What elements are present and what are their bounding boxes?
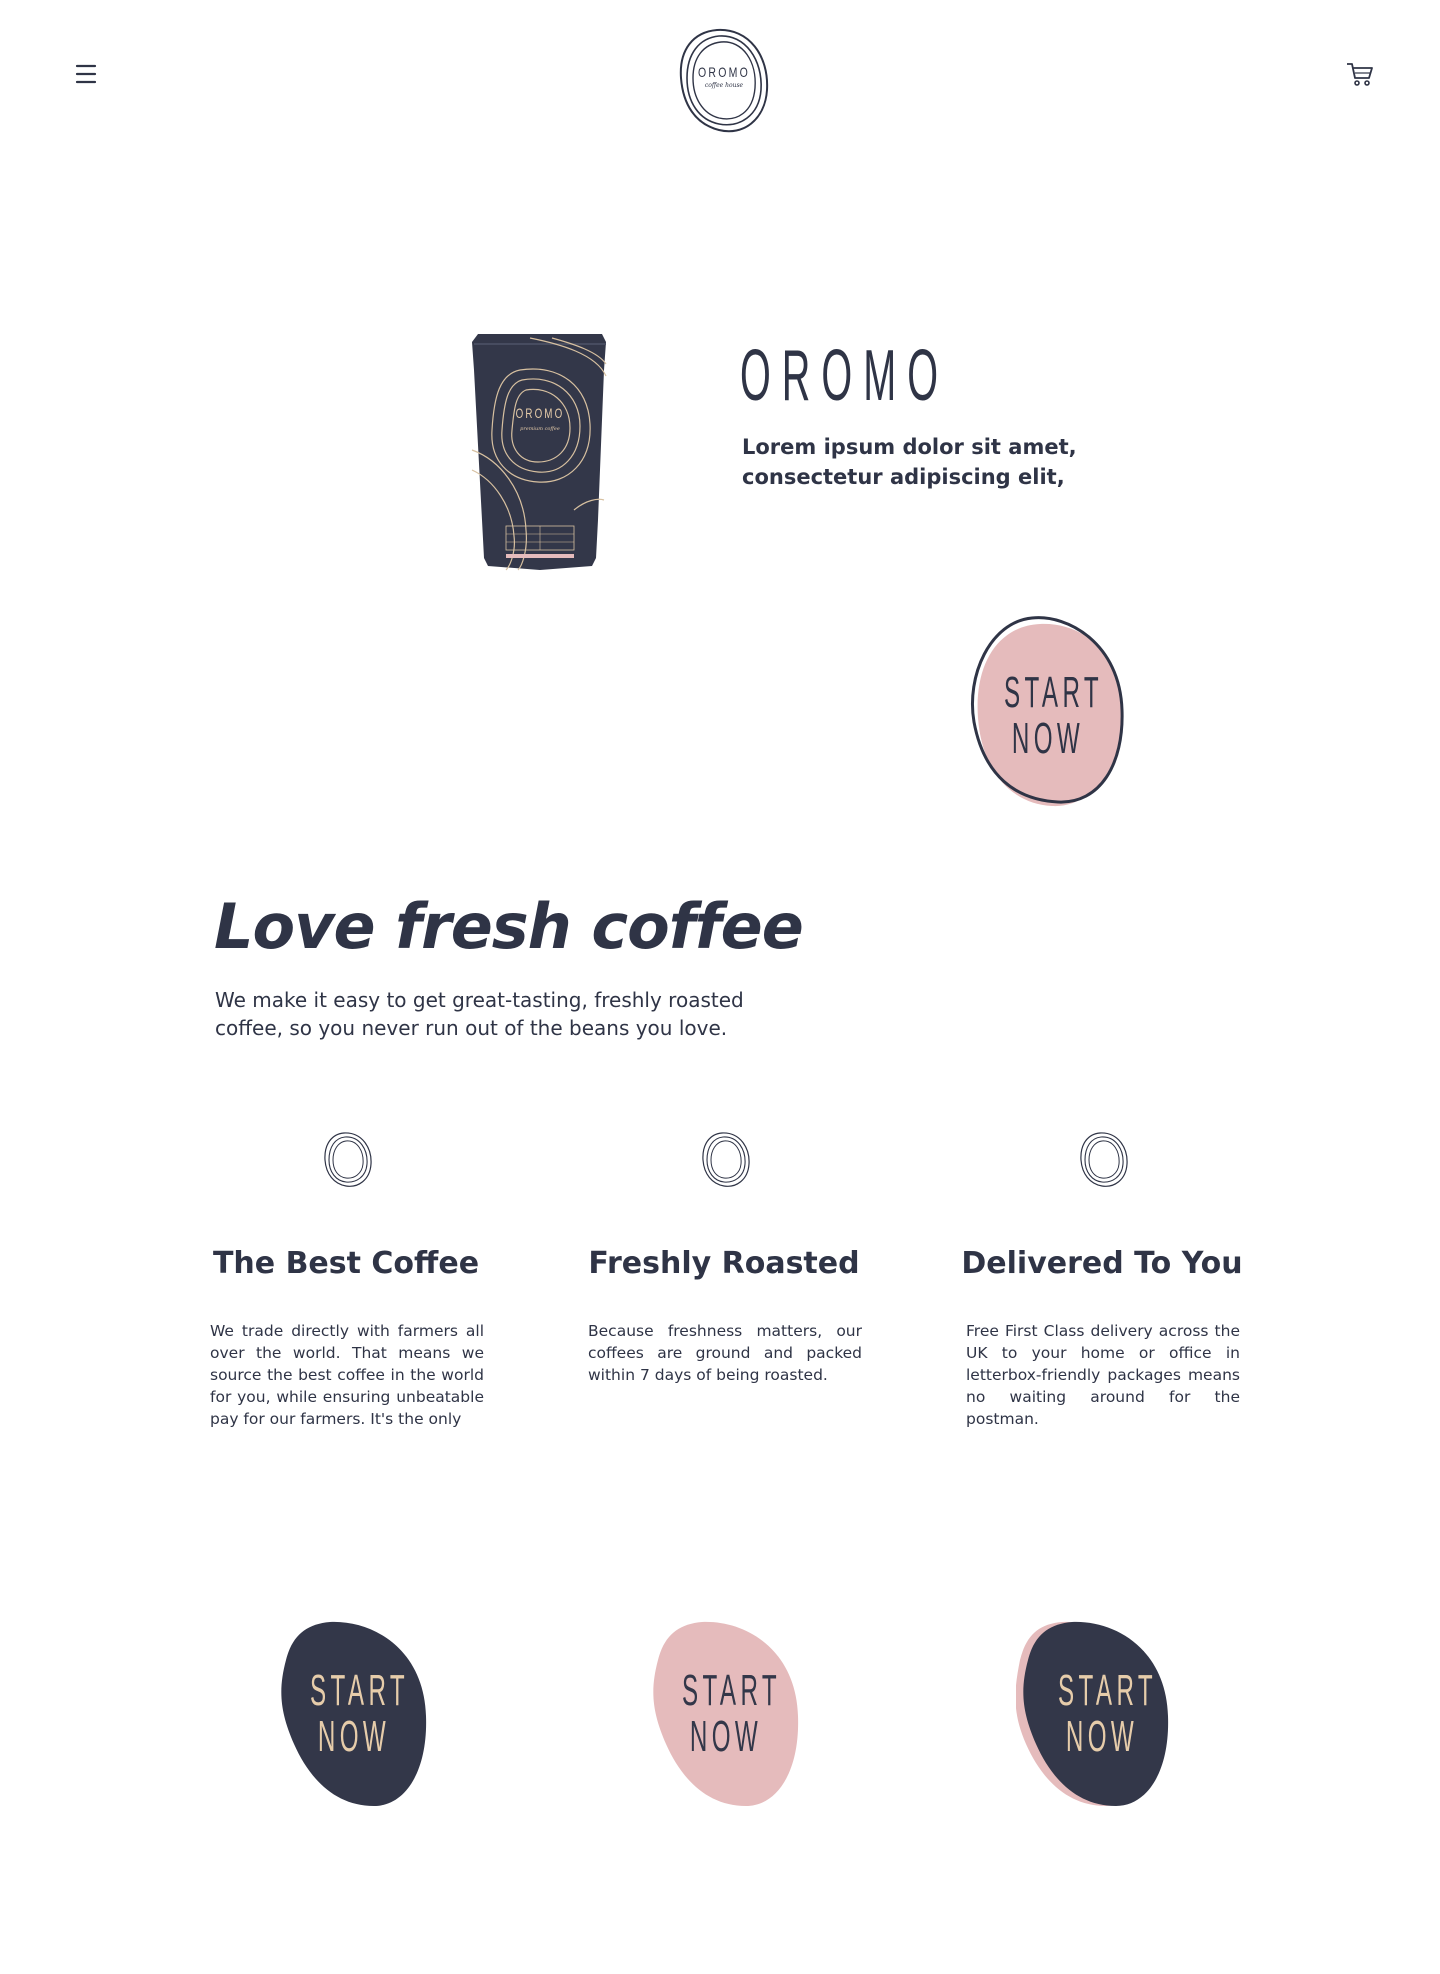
cart-button[interactable] xyxy=(1344,58,1376,90)
hero-description-line-2: consectetur adipiscing elit, xyxy=(742,465,1065,489)
coffee-bag-image xyxy=(471,334,607,571)
intro-paragraph-line-2: coffee, so you never run out of the bean… xyxy=(215,1016,728,1040)
now-label: NOW xyxy=(1065,1712,1139,1761)
bag-subtext: premium coffee xyxy=(520,426,560,432)
start-label: START xyxy=(682,1666,782,1715)
menu-button[interactable] xyxy=(70,60,102,88)
start-label: START xyxy=(1058,1666,1158,1715)
start-now-label: START NOW xyxy=(310,1666,410,1761)
hero-description: Lorem ipsum dolor sit amet, consectetur … xyxy=(742,432,1102,492)
hamburger-menu-icon xyxy=(75,64,97,84)
hero-start-now-button[interactable]: START NOW xyxy=(968,614,1128,810)
start-label: START xyxy=(310,1666,410,1715)
ring-logo-icon xyxy=(324,1132,372,1187)
now-label: NOW xyxy=(317,1712,391,1761)
start-now-button-dark[interactable]: START NOW xyxy=(274,1620,434,1810)
feature-text: We trade directly with farmers all over … xyxy=(210,1322,484,1428)
start-now-button-shadowed[interactable]: START NOW xyxy=(1016,1620,1176,1810)
feature-title: Freshly Roasted xyxy=(588,1246,860,1281)
intro-paragraph: We make it easy to get great-tasting, fr… xyxy=(215,986,755,1042)
start-now-label: START NOW xyxy=(1058,1666,1158,1761)
start-label: START xyxy=(1004,668,1104,717)
product-image: OROMO premium coffee xyxy=(470,330,610,574)
feature-text: Because freshness matters, our coffees a… xyxy=(588,1322,862,1384)
now-label: NOW xyxy=(689,1712,763,1761)
intro-paragraph-line-1: We make it easy to get great-tasting, fr… xyxy=(215,988,744,1012)
hero-brand-title: OROMO xyxy=(740,336,949,416)
logo-subtext: coffee house xyxy=(704,82,744,89)
start-now-label: START NOW xyxy=(682,1666,782,1761)
start-now-button-pink[interactable]: START NOW xyxy=(646,1620,806,1810)
start-now-label: START NOW xyxy=(1004,668,1104,763)
hero-description-line-1: Lorem ipsum dolor sit amet, xyxy=(742,435,1077,459)
feature-ring-icon xyxy=(700,1130,752,1190)
feature-title: Delivered To You xyxy=(961,1246,1243,1281)
intro-heading: Love fresh coffee xyxy=(214,890,804,963)
shopping-cart-icon xyxy=(1347,63,1373,86)
logo-rings-icon xyxy=(679,28,769,133)
ring-logo-icon xyxy=(702,1132,750,1187)
ring-logo-icon xyxy=(1080,1132,1128,1187)
feature-ring-icon xyxy=(1078,1130,1130,1190)
feature-text: Free First Class delivery across the UK … xyxy=(966,1322,1240,1428)
feature-ring-icon xyxy=(322,1130,374,1190)
site-logo[interactable]: OROMO coffee house xyxy=(677,26,771,136)
logo-text: OROMO xyxy=(697,64,751,80)
now-label: NOW xyxy=(1011,714,1085,763)
bag-brand-text: OROMO xyxy=(515,405,565,421)
feature-title: The Best Coffee xyxy=(212,1246,480,1281)
